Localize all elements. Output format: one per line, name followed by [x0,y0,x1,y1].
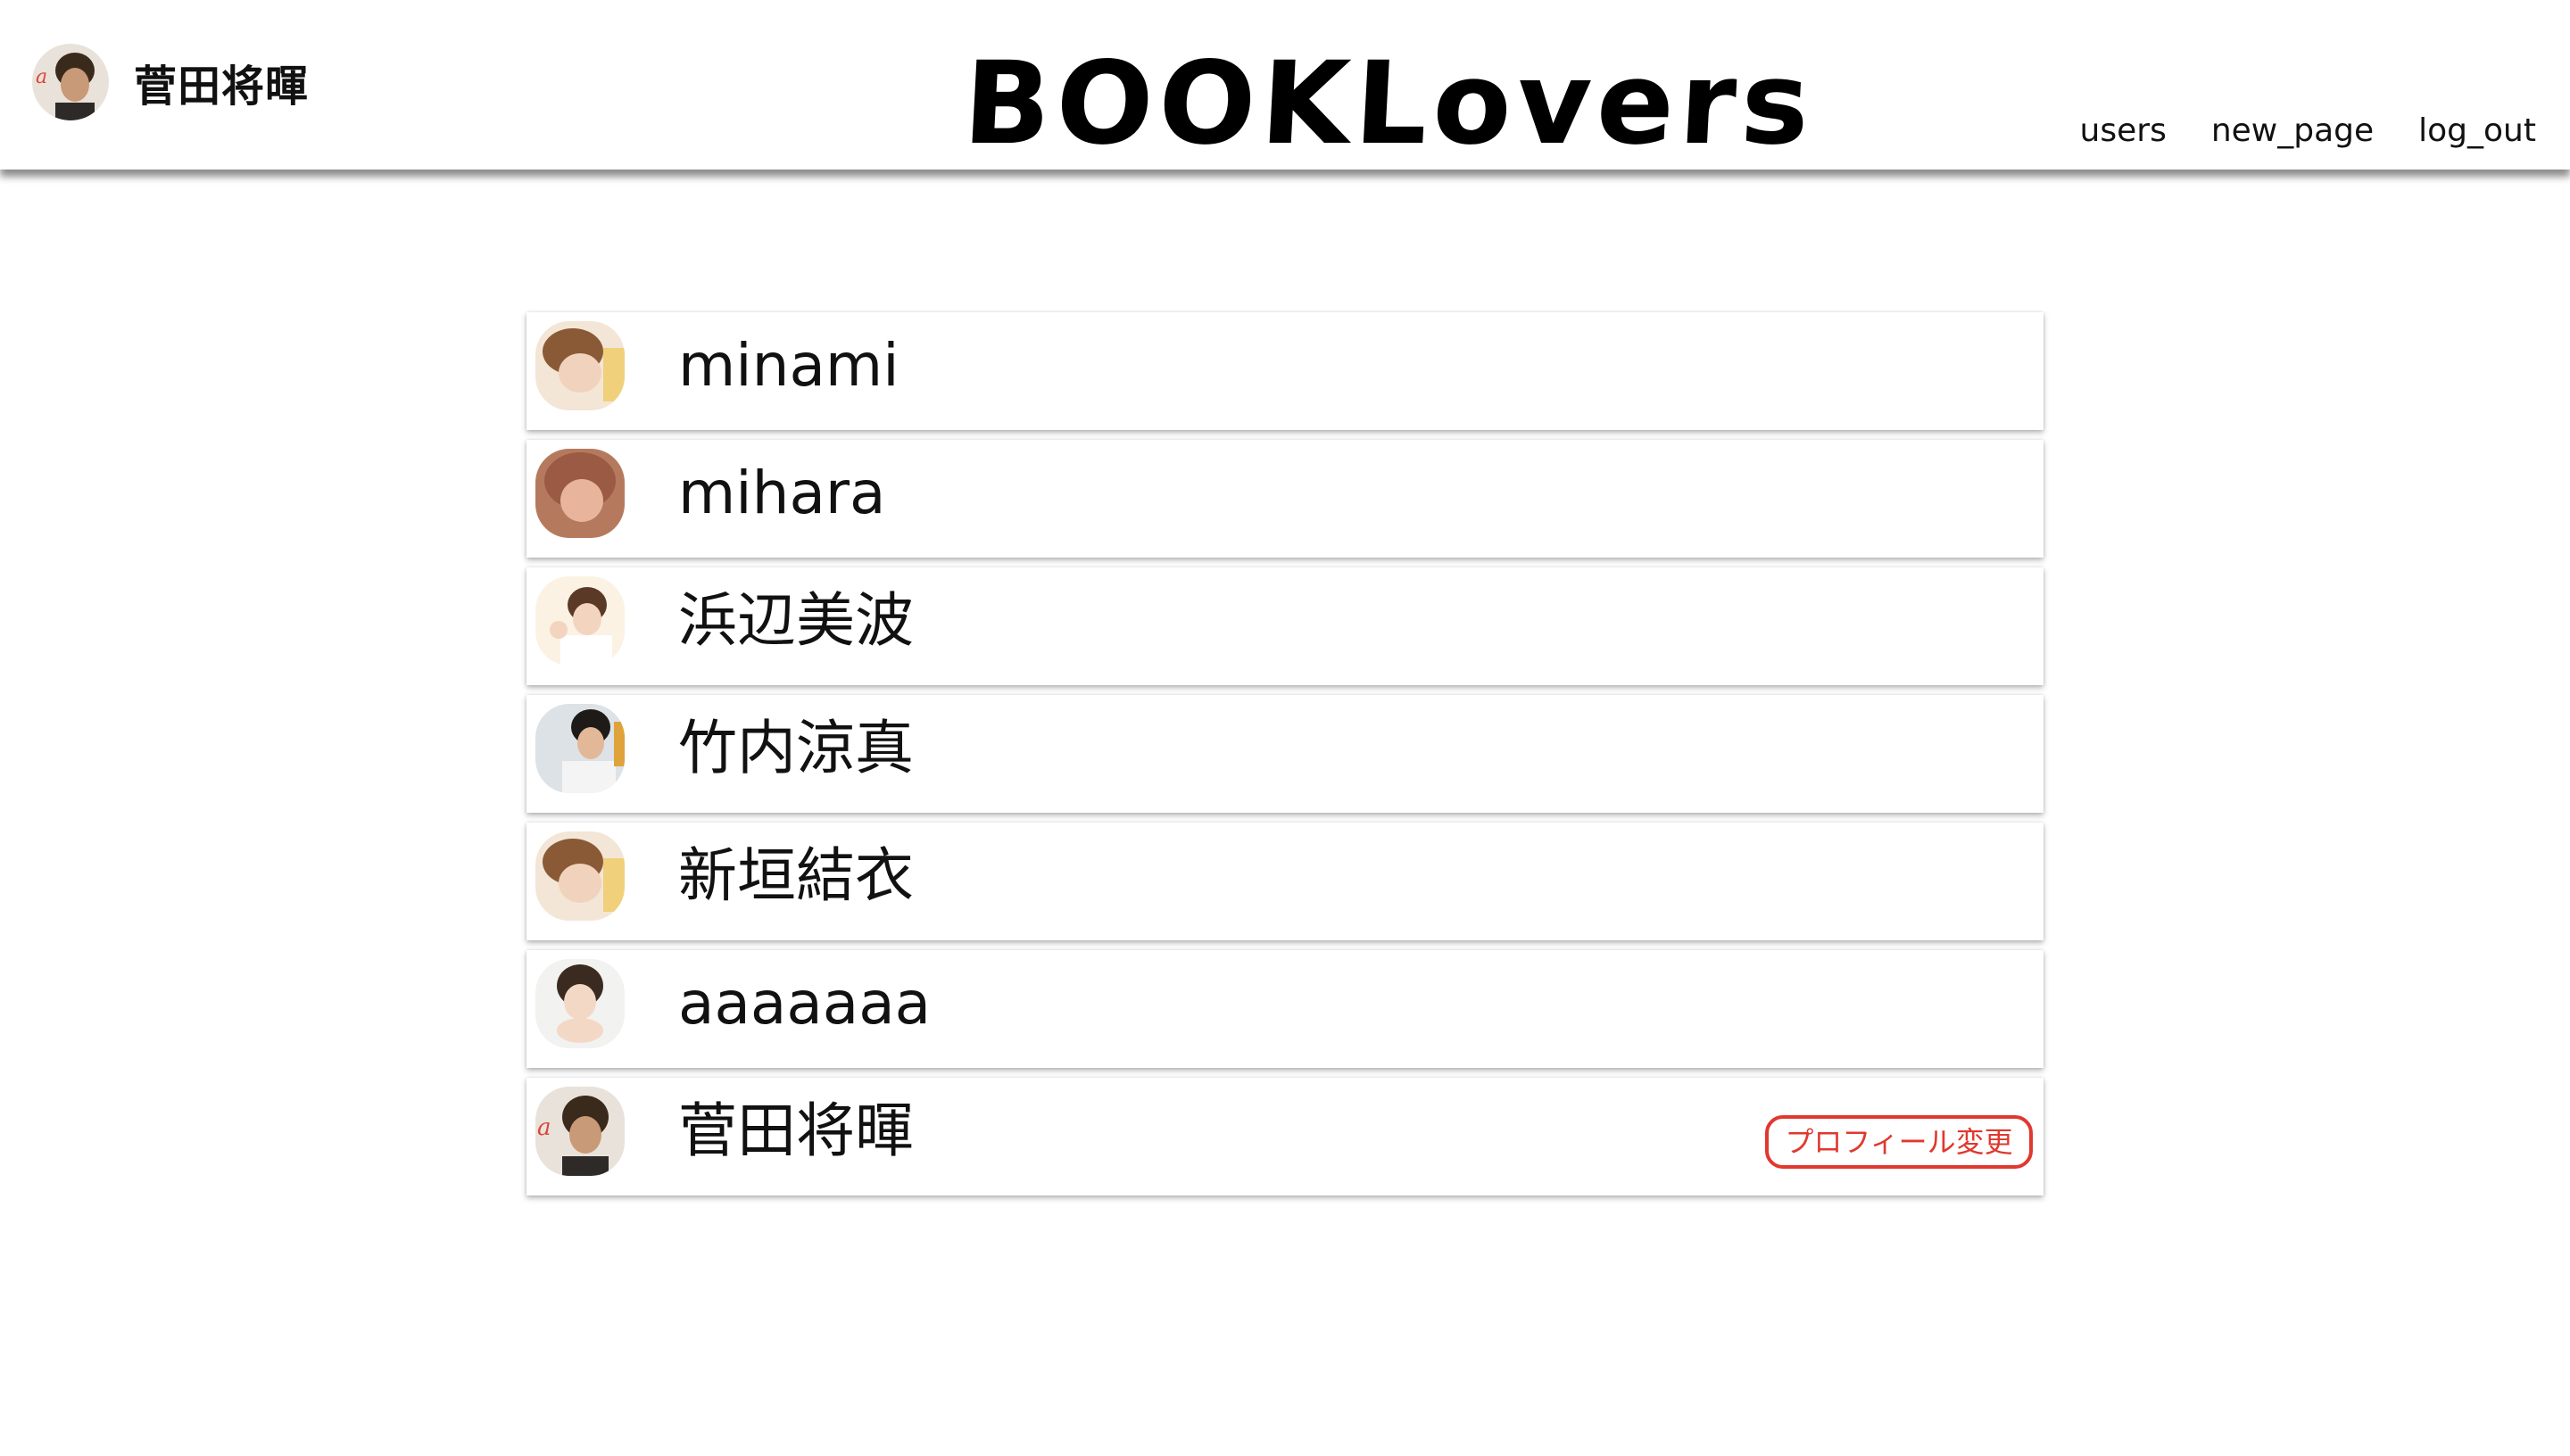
user-avatar[interactable] [535,704,625,793]
user-name[interactable]: 浜辺美波 [678,567,914,674]
user-card[interactable]: 竹内涼真 [526,695,2044,813]
nav-log-out-link[interactable]: log_out [2418,112,2536,149]
user-card[interactable]: a 菅田将暉 プロフィール変更 [526,1078,2044,1195]
nav-new-page-link[interactable]: new_page [2211,112,2374,149]
user-name[interactable]: 新垣結衣 [678,823,914,930]
edit-profile-button[interactable]: プロフィール変更 [1765,1115,2033,1169]
user-avatar[interactable] [535,321,625,410]
user-avatar[interactable] [535,576,625,666]
user-card[interactable]: 新垣結衣 [526,823,2044,940]
nav-users-link[interactable]: users [2080,112,2167,149]
user-avatar[interactable] [535,959,625,1048]
svg-text:a: a [537,1114,551,1141]
user-name[interactable]: 竹内涼真 [678,695,914,802]
user-avatar[interactable] [535,449,625,538]
user-avatar[interactable] [535,831,625,921]
site-header: a 菅田将暉 BOOKLovers users new_page log_out [0,0,2570,170]
user-name[interactable]: 菅田将暉 [678,1078,914,1185]
user-avatar[interactable]: a [535,1087,625,1176]
current-user-avatar[interactable]: a [32,44,109,120]
site-logo[interactable]: BOOKLovers [960,37,1818,170]
user-name[interactable]: minami [678,312,900,419]
svg-text:a: a [36,66,47,88]
user-name[interactable]: mihara [678,440,885,547]
current-user-name[interactable]: 菅田将暉 [134,51,309,113]
user-card[interactable]: mihara [526,440,2044,558]
user-card[interactable]: minami [526,312,2044,430]
current-user[interactable]: a 菅田将暉 [32,43,309,121]
user-list: minami mihara 浜辺美波 竹内涼真 新垣結衣 aaaaaaa a 菅… [526,312,2044,1205]
user-card[interactable]: 浜辺美波 [526,567,2044,685]
user-card[interactable]: aaaaaaa [526,950,2044,1068]
user-name[interactable]: aaaaaaa [678,950,931,1057]
main-nav: users new_page log_out [2080,112,2536,149]
